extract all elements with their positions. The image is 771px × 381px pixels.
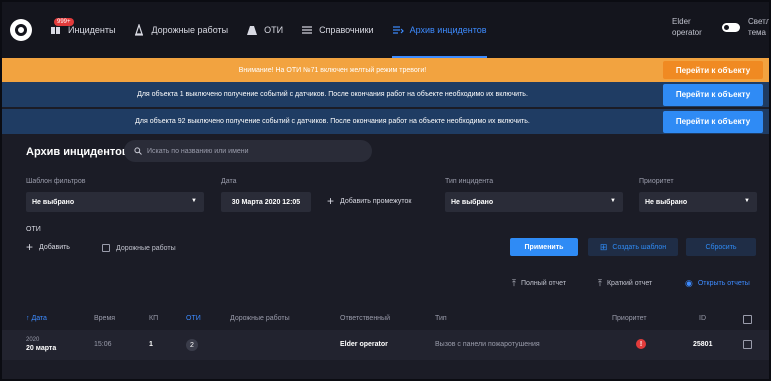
nav-incidents-label: Инциденты (68, 25, 116, 35)
plus-icon: + (327, 194, 335, 208)
user-name: Elder (672, 17, 691, 26)
chevron-down-icon: ▼ (744, 198, 750, 204)
row-responsible: Elder operator (340, 341, 388, 348)
search-input[interactable] (147, 147, 367, 155)
oti-label: ОТИ (26, 226, 41, 233)
add-interval-button[interactable]: + Добавить промежуток (327, 194, 411, 208)
column-header-roadworks[interactable]: Дорожные работы (230, 315, 290, 322)
theme-toggle[interactable] (722, 23, 740, 32)
row-priority-alert-icon: ! (636, 339, 646, 349)
info-banner-2: Для объекта 92 выключено получение событ… (2, 109, 769, 136)
column-header-kp[interactable]: КП (149, 315, 158, 322)
upload-icon: ⤒ (512, 278, 516, 288)
column-header-type[interactable]: Тип (435, 315, 447, 322)
create-template-button[interactable]: ⊞ Создать шаблон (588, 238, 678, 256)
column-header-priority[interactable]: Приоритет (612, 315, 647, 322)
add-oti-label: Добавить (39, 243, 70, 251)
info-banner-1-text: Для объекта 1 выключено получение событи… (137, 91, 528, 98)
theme-label-2: тема (748, 28, 766, 37)
row-oti-chip[interactable]: 2 (186, 339, 198, 351)
nav-roadworks[interactable]: Дорожные работы (133, 2, 228, 58)
page-title: Архив инцидентов (26, 146, 129, 158)
chevron-down-icon: ▼ (610, 198, 616, 204)
template-filter-select[interactable]: Не выбрано ▼ (26, 192, 204, 212)
info-banner-1: Для объекта 1 выключено получение событи… (2, 82, 769, 109)
column-header-responsible[interactable]: Ответственный (340, 315, 390, 322)
open-reports-button[interactable]: ◉ Открыть отчеты (685, 278, 750, 289)
warning-banner-text: Внимание! На ОТИ №71 включен желтый режи… (238, 66, 427, 74)
user-role: operator (672, 28, 702, 37)
nav-oti-label: ОТИ (264, 25, 284, 35)
apply-button[interactable]: Применить (510, 238, 578, 256)
search-box[interactable] (124, 140, 372, 162)
reset-button[interactable]: Сбросить (686, 238, 756, 256)
chevron-down-icon: ▼ (191, 198, 197, 204)
nav-oti[interactable]: ОТИ (246, 2, 283, 58)
template-add-icon: ⊞ (599, 241, 608, 252)
create-template-label: Создать шаблон (612, 243, 667, 251)
date-filter-label: Дата (221, 178, 237, 185)
row-kp: 1 (149, 341, 153, 348)
priority-label: Приоритет (639, 178, 674, 185)
priority-value: Не выбрано (645, 198, 688, 206)
user-info[interactable]: Elder operator (672, 16, 702, 38)
column-header-oti[interactable]: ОТИ (186, 315, 201, 322)
full-report-button[interactable]: ⤒ Полный отчет (512, 278, 566, 289)
column-header-date[interactable]: ↑ Дата (26, 315, 47, 322)
archive-icon (392, 26, 404, 34)
warning-go-to-object-button[interactable]: Перейти к объекту (663, 61, 763, 79)
row-type: Вызов с панели пожаротушения (435, 341, 540, 348)
search-icon (134, 147, 142, 155)
incident-type-value: Не выбрано (451, 198, 494, 206)
nav-incidents[interactable]: 999+ Инциденты (50, 2, 115, 58)
row-year: 2020 (26, 337, 40, 343)
nav-incident-archive[interactable]: Архив инцидентов (391, 2, 487, 58)
page-header: Архив инцидентов (2, 138, 769, 166)
info-banner-1-go-to-object-button[interactable]: Перейти к объекту (663, 83, 763, 106)
table-row[interactable]: 2020 20 марта 15:06 1 2 Elder operator В… (2, 330, 769, 360)
app-logo-icon[interactable] (10, 19, 32, 41)
date-filter-input[interactable]: 30 Марта 2020 12:05 (221, 192, 311, 212)
roadworks-icon (135, 24, 144, 36)
priority-select[interactable]: Не выбрано ▼ (639, 192, 757, 212)
roadworks-checkbox[interactable]: Дорожные работы (102, 244, 176, 252)
short-report-label: Краткий отчет (606, 280, 653, 287)
info-banner-2-go-to-object-button[interactable]: Перейти к объекту (663, 110, 763, 133)
column-header-id[interactable]: ID (699, 315, 706, 322)
incidents-count-badge: 999+ (54, 18, 74, 26)
plus-icon: + (26, 240, 34, 254)
full-report-label: Полный отчет (520, 280, 567, 287)
short-report-button[interactable]: ⤒ Краткий отчет (598, 278, 652, 289)
column-header-time[interactable]: Время (94, 315, 115, 322)
template-filter-label: Шаблон фильтров (26, 178, 86, 185)
building-icon (247, 26, 258, 35)
list-icon (302, 26, 313, 34)
row-date: 20 марта (26, 345, 57, 352)
incident-type-select[interactable]: Не выбрано ▼ (445, 192, 623, 212)
warning-banner: Внимание! На ОТИ №71 включен желтый режи… (2, 58, 769, 82)
add-oti-button[interactable]: + Добавить (26, 240, 70, 254)
row-time: 15:06 (94, 341, 112, 348)
checkbox-box[interactable] (102, 244, 110, 252)
incident-type-label: Тип инцидента (445, 178, 494, 185)
theme-label-1: Светлая (748, 17, 769, 26)
top-navigation: 999+ Инциденты Дорожные работы ОТИ Справ… (2, 2, 769, 58)
date-filter-value: 30 Марта 2020 12:05 (231, 198, 301, 206)
info-banner-2-text: Для объекта 92 выключено получение событ… (135, 118, 530, 125)
nav-directories-label: Справочники (319, 25, 374, 35)
theme-switch[interactable]: Светлая тема (722, 16, 769, 38)
roadworks-checkbox-label: Дорожные работы (116, 244, 176, 252)
upload-icon: ⤒ (598, 278, 602, 288)
open-reports-label: Открыть отчеты (697, 280, 750, 287)
nav-incident-archive-label: Архив инцидентов (409, 25, 487, 35)
add-interval-label: Добавить промежуток (340, 197, 412, 205)
row-id: 25801 (693, 341, 713, 348)
nav-directories[interactable]: Справочники (301, 2, 374, 58)
template-filter-value: Не выбрано (32, 198, 75, 206)
nav-roadworks-label: Дорожные работы (151, 25, 229, 35)
app-frame: 999+ Инциденты Дорожные работы ОТИ Справ… (2, 2, 769, 379)
select-all-checkbox[interactable] (743, 315, 752, 324)
row-checkbox[interactable] (743, 340, 752, 349)
eye-icon: ◉ (685, 278, 693, 288)
